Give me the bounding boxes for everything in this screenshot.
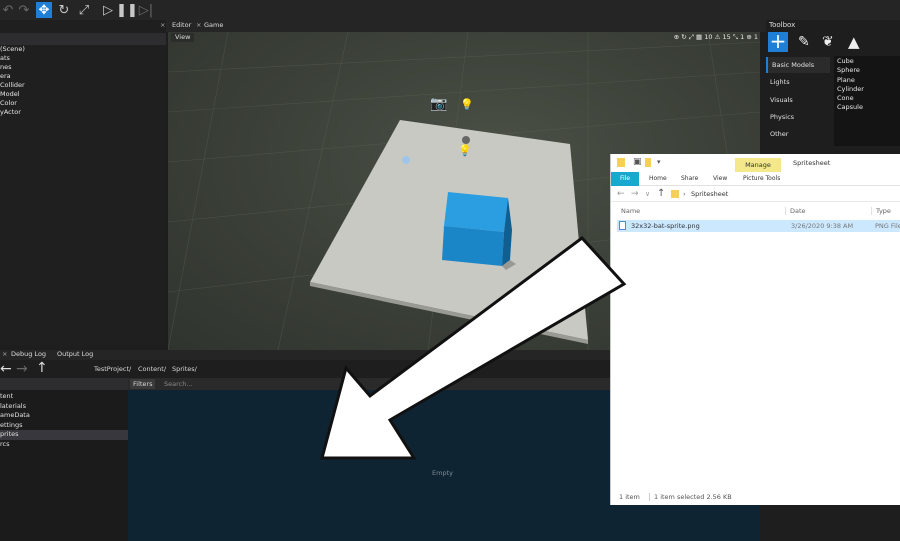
drag-arrow-overlay xyxy=(320,235,627,460)
drag-arrow-icon xyxy=(320,235,627,460)
